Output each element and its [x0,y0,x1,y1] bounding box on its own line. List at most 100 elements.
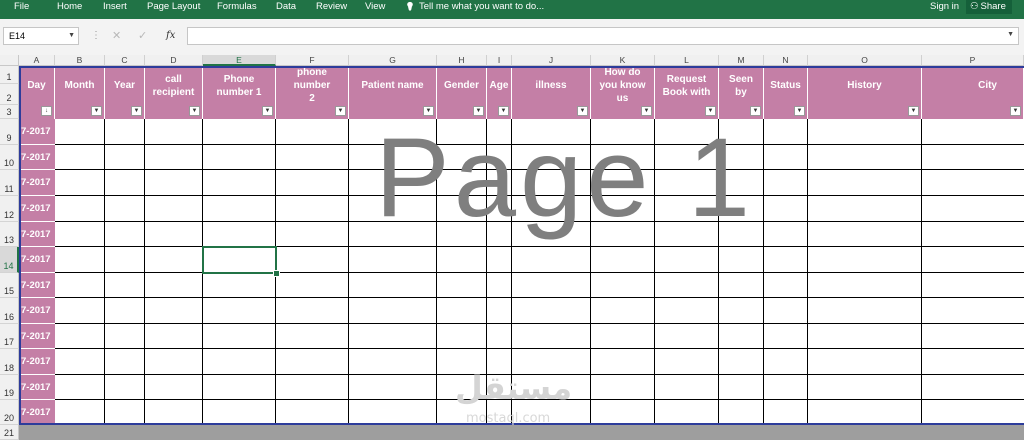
cell-k-20[interactable] [591,400,655,425]
header-cell-l[interactable]: Request Book with [655,66,719,105]
cell-b-10[interactable] [55,145,105,170]
column-header-d[interactable]: D [145,55,203,66]
ribbon-tab-home[interactable]: Home [57,0,82,14]
cell-j-9[interactable] [512,119,591,145]
row-header-9[interactable]: 9 [0,119,19,145]
day-cell[interactable]: 7-2017 [19,273,55,298]
expand-formula-bar-icon[interactable]: ▼ [1007,31,1014,38]
cell-m-13[interactable] [719,222,764,247]
cell-g-12[interactable] [349,196,437,222]
column-header-c[interactable]: C [105,55,145,66]
cell-k-9[interactable] [591,119,655,145]
cell-f-13[interactable] [276,222,349,247]
row-header-13[interactable]: 13 [0,222,19,247]
cell-n-13[interactable] [764,222,808,247]
cell-b-17[interactable] [55,324,105,349]
cell-k-14[interactable] [591,247,655,273]
row-header-2[interactable]: 2 [0,84,19,105]
cell-l-16[interactable] [655,298,719,324]
column-header-k[interactable]: K [591,55,655,66]
cell-c-17[interactable] [105,324,145,349]
cell-p-14[interactable] [922,247,1024,273]
cell-c-10[interactable] [105,145,145,170]
cell-c-19[interactable] [105,375,145,400]
cell-n-9[interactable] [764,119,808,145]
cell-o-14[interactable] [808,247,922,273]
cell-f-15[interactable] [276,273,349,298]
cell-g-19[interactable] [349,375,437,400]
cell-k-11[interactable] [591,170,655,196]
cell-m-20[interactable] [719,400,764,425]
cell-l-13[interactable] [655,222,719,247]
cell-o-17[interactable] [808,324,922,349]
header-cell-i[interactable]: Age [487,66,512,105]
filter-dropdown-icon[interactable]: ▼ [498,106,509,116]
cell-g-14[interactable] [349,247,437,273]
cell-d-10[interactable] [145,145,203,170]
cell-b-13[interactable] [55,222,105,247]
cell-g-11[interactable] [349,170,437,196]
cell-d-13[interactable] [145,222,203,247]
cell-e-19[interactable] [203,375,276,400]
filter-dropdown-icon[interactable]: ▼ [91,106,102,116]
cell-m-19[interactable] [719,375,764,400]
ribbon-tab-formulas[interactable]: Formulas [217,0,257,14]
cell-m-18[interactable] [719,349,764,375]
cell-o-12[interactable] [808,196,922,222]
cell-o-18[interactable] [808,349,922,375]
cell-k-13[interactable] [591,222,655,247]
cell-c-16[interactable] [105,298,145,324]
header-cell-e[interactable]: Phone number 1 [203,66,276,105]
cell-j-10[interactable] [512,145,591,170]
cell-j-14[interactable] [512,247,591,273]
column-header-p[interactable]: P [922,55,1024,66]
row-header-11[interactable]: 11 [0,170,19,196]
cell-c-15[interactable] [105,273,145,298]
cell-m-9[interactable] [719,119,764,145]
row-header-17[interactable]: 17 [0,324,19,349]
cell-o-20[interactable] [808,400,922,425]
cell-m-17[interactable] [719,324,764,349]
header-cell-g[interactable]: Patient name [349,66,437,105]
cell-l-18[interactable] [655,349,719,375]
enter-check-icon[interactable]: ✓ [138,28,147,44]
cell-n-20[interactable] [764,400,808,425]
cell-p-16[interactable] [922,298,1024,324]
cell-n-11[interactable] [764,170,808,196]
row-header-18[interactable]: 18 [0,349,19,375]
cell-i-10[interactable] [487,145,512,170]
filter-dropdown-icon[interactable]: ▼ [335,106,346,116]
filter-dropdown-icon[interactable]: ▼ [1010,106,1021,116]
cancel-icon[interactable]: ✕ [112,28,121,44]
cell-n-12[interactable] [764,196,808,222]
cell-l-10[interactable] [655,145,719,170]
row-header-21[interactable]: 21 [0,425,19,440]
header-cell-f[interactable]: phone number 2 [276,66,349,105]
row-header-20[interactable]: 20 [0,400,19,425]
row-header-12[interactable]: 12 [0,196,19,222]
cell-b-19[interactable] [55,375,105,400]
cell-e-17[interactable] [203,324,276,349]
cell-j-16[interactable] [512,298,591,324]
header-cell-p[interactable]: City [922,66,1024,105]
cell-h-10[interactable] [437,145,487,170]
header-cell-c[interactable]: Year [105,66,145,105]
cell-p-17[interactable] [922,324,1024,349]
row-header-10[interactable]: 10 [0,145,19,170]
cell-k-16[interactable] [591,298,655,324]
column-header-f[interactable]: F [276,55,349,66]
cell-g-18[interactable] [349,349,437,375]
cell-f-20[interactable] [276,400,349,425]
day-cell[interactable]: 7-2017 [19,349,55,375]
cell-n-15[interactable] [764,273,808,298]
filter-dropdown-icon[interactable]: ▼ [577,106,588,116]
cell-h-12[interactable] [437,196,487,222]
cell-c-9[interactable] [105,119,145,145]
cell-l-17[interactable] [655,324,719,349]
cell-e-18[interactable] [203,349,276,375]
cell-e-20[interactable] [203,400,276,425]
column-header-e[interactable]: E [203,55,276,66]
cell-b-18[interactable] [55,349,105,375]
filter-dropdown-icon[interactable]: ▼ [131,106,142,116]
cell-k-18[interactable] [591,349,655,375]
